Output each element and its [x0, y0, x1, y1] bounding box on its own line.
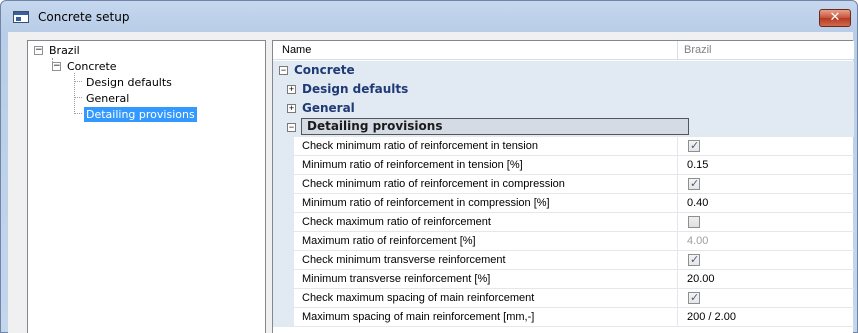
property-name-cell: Minimum ratio of reinforcement in compre…: [294, 194, 678, 213]
property-value-cell[interactable]: 200 / 2.00: [678, 308, 854, 327]
app-window-icon: [13, 11, 29, 23]
check-mark-icon: ✓: [690, 177, 700, 190]
property-row[interactable]: Minimum ratio of reinforcement in compre…: [273, 194, 854, 213]
row-gutter: [273, 194, 294, 213]
property-name-cell: Check maximum spacing of main reinforcem…: [294, 289, 678, 308]
property-row[interactable]: Check minimum ratio of reinforcement in …: [273, 175, 854, 194]
property-name-cell: Check maximum ratio of reinforcement: [294, 213, 678, 232]
property-label: Maximum ratio of reinforcement [%]: [302, 235, 476, 247]
property-value: 4.00: [687, 235, 709, 247]
property-value[interactable]: 0.40: [687, 197, 708, 209]
close-button[interactable]: ✕: [819, 9, 851, 27]
property-grid: Name Brazil − Concrete + Design defaults…: [272, 40, 854, 333]
row-gutter: [273, 232, 294, 251]
property-name-cell: Minimum transverse reinforcement [%]: [294, 270, 678, 289]
property-checkbox[interactable]: ✓: [688, 253, 700, 266]
property-value-cell[interactable]: ✓: [678, 289, 854, 308]
row-gutter: [273, 270, 294, 289]
setup-tree: − Brazil − Concrete Design defaults Gene…: [27, 40, 266, 333]
category-concrete[interactable]: − Concrete: [273, 61, 854, 80]
property-checkbox[interactable]: ✓: [688, 291, 700, 304]
property-row[interactable]: Check maximum ratio of reinforcement: [273, 213, 854, 232]
property-checkbox[interactable]: [688, 216, 700, 228]
property-label: Check minimum transverse reinforcement: [302, 254, 506, 266]
property-checkbox[interactable]: ✓: [688, 139, 700, 152]
collapse-icon[interactable]: −: [287, 123, 296, 132]
check-mark-icon: ✓: [690, 253, 700, 266]
property-value-cell[interactable]: 0.40: [678, 194, 854, 213]
row-gutter: [273, 137, 294, 156]
property-value[interactable]: 20.00: [687, 273, 715, 285]
property-row[interactable]: Minimum ratio of reinforcement in tensio…: [273, 156, 854, 175]
row-gutter: [273, 251, 294, 270]
property-name-cell: Check minimum ratio of reinforcement in …: [294, 175, 678, 194]
grid-header: Name Brazil: [273, 41, 854, 60]
row-gutter: [273, 175, 294, 194]
property-value-cell[interactable]: ✓: [678, 175, 854, 194]
row-gutter: [273, 213, 294, 232]
dialog-content: − Brazil − Concrete Design defaults Gene…: [8, 32, 854, 333]
property-row[interactable]: Maximum spacing of main reinforcement [m…: [273, 308, 854, 327]
property-value-cell[interactable]: 0.15: [678, 156, 854, 175]
property-label: Check minimum ratio of reinforcement in …: [302, 178, 565, 190]
property-label: Check maximum spacing of main reinforcem…: [302, 292, 535, 304]
concrete-setup-window: Concrete setup ✕ − Brazil − Concrete Des…: [0, 0, 858, 333]
name-column-header: Name: [282, 44, 312, 56]
property-row[interactable]: Check minimum transverse reinforcement ✓: [273, 251, 854, 270]
property-label: Minimum ratio of reinforcement in compre…: [302, 197, 550, 209]
property-row[interactable]: Minimum transverse reinforcement [%] 20.0…: [273, 270, 854, 289]
property-name-cell: Check minimum transverse reinforcement: [294, 251, 678, 270]
property-value[interactable]: 200 / 2.00: [687, 311, 736, 323]
property-row[interactable]: Check maximum spacing of main reinforcem…: [273, 289, 854, 308]
property-name-cell: Check minimum ratio of reinforcement in …: [294, 137, 678, 156]
property-value-cell[interactable]: 4.00: [678, 232, 854, 251]
row-gutter: [273, 289, 294, 308]
expand-icon[interactable]: +: [287, 85, 296, 94]
check-mark-icon: ✓: [690, 139, 700, 152]
title-bar: Concrete setup ✕: [1, 1, 857, 31]
property-label: Check minimum ratio of reinforcement in …: [302, 140, 538, 152]
property-row[interactable]: Maximum ratio of reinforcement [%] 4.00: [273, 232, 854, 251]
property-value-cell[interactable]: ✓: [678, 137, 854, 156]
category-general[interactable]: + General: [273, 99, 854, 118]
property-label: Minimum transverse reinforcement [%]: [302, 273, 491, 285]
row-gutter: [273, 308, 294, 327]
collapse-icon[interactable]: −: [34, 46, 43, 55]
property-name-cell: Minimum ratio of reinforcement in tensio…: [294, 156, 678, 175]
category-design-defaults[interactable]: + Design defaults: [273, 80, 854, 99]
property-label: Check maximum ratio of reinforcement: [302, 216, 491, 228]
window-title: Concrete setup: [38, 10, 130, 24]
property-value-cell[interactable]: ✓: [678, 251, 854, 270]
property-name-cell: Maximum spacing of main reinforcement [m…: [294, 308, 678, 327]
property-checkbox[interactable]: ✓: [688, 177, 700, 190]
category-detailing-provisions[interactable]: − Detailing provisions: [273, 118, 854, 137]
collapse-icon[interactable]: −: [279, 66, 288, 75]
check-mark-icon: ✓: [690, 291, 700, 304]
property-row[interactable]: Check minimum ratio of reinforcement in …: [273, 137, 854, 156]
property-label: Maximum spacing of main reinforcement [m…: [302, 311, 535, 323]
property-value[interactable]: 0.15: [687, 159, 708, 171]
property-name-cell: Maximum ratio of reinforcement [%]: [294, 232, 678, 251]
property-value-cell[interactable]: [678, 213, 854, 232]
value-column-header: Brazil: [684, 44, 712, 56]
property-label: Minimum ratio of reinforcement in tensio…: [302, 159, 523, 171]
row-gutter: [273, 156, 294, 175]
expand-icon[interactable]: +: [287, 104, 296, 113]
collapse-icon[interactable]: −: [52, 62, 61, 71]
property-value-cell[interactable]: 20.00: [678, 270, 854, 289]
